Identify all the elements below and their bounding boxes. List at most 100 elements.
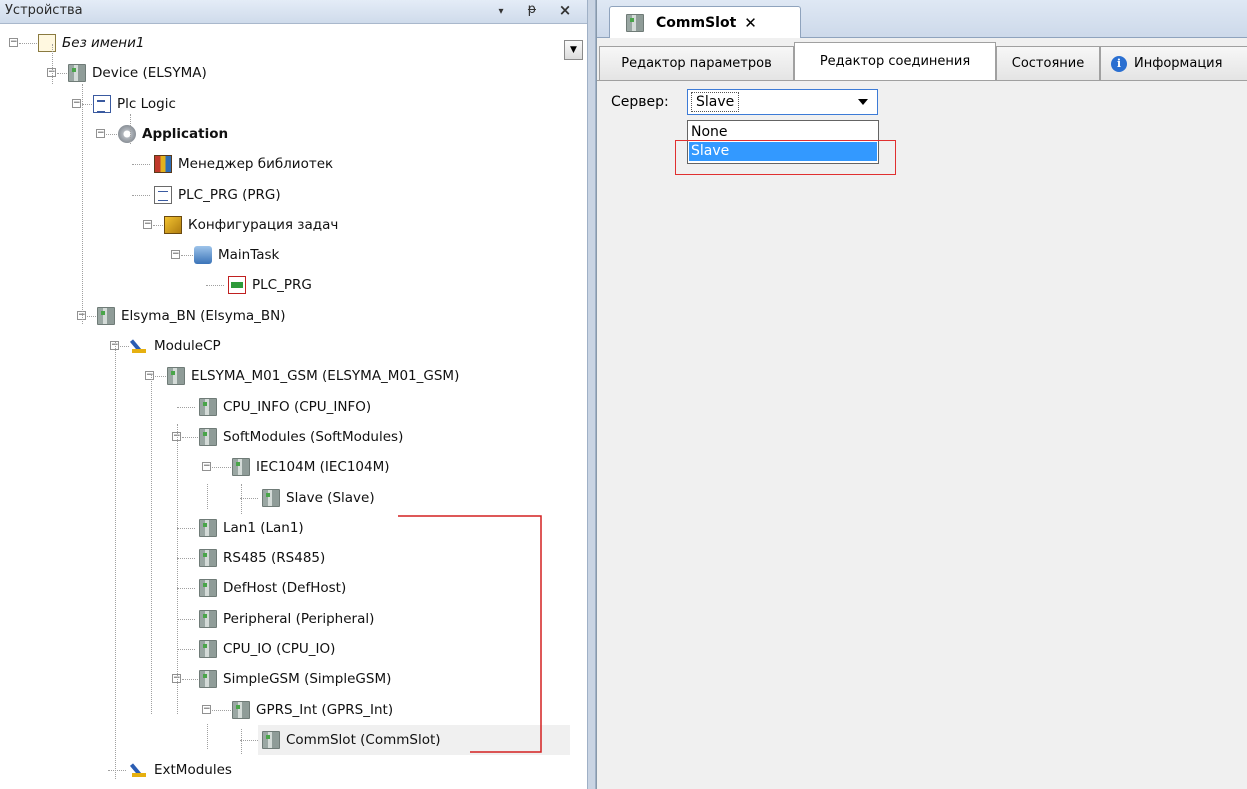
device-icon (97, 306, 115, 325)
device-icon (199, 427, 217, 446)
tree-collapse-icon[interactable]: − (202, 704, 211, 714)
project-icon (38, 34, 56, 52)
tree-node-label: Менеджер библиотек (178, 156, 334, 173)
tab-parameter-editor[interactable]: Редактор параметров (599, 46, 794, 80)
tree-node-label: RS485 (RS485) (223, 550, 326, 567)
tab-commslot[interactable]: CommSlot ✕ (609, 6, 801, 38)
tree-guide-line (241, 729, 242, 754)
device-icon (199, 670, 217, 689)
connection-editor-body (597, 80, 1247, 789)
tree-node-label: CommSlot (CommSlot) (286, 731, 441, 748)
tab-connection-editor[interactable]: Редактор соединения (794, 42, 996, 80)
tree-node-cpu-info[interactable]: CPU_INFO (CPU_INFO) (195, 392, 371, 422)
tree-node-simplegsm[interactable]: SimpleGSM (SimpleGSM) (195, 664, 391, 694)
tree-node-label: ExtModules (154, 762, 232, 779)
tree-node-iec104m[interactable]: IEC104M (IEC104M) (228, 452, 390, 482)
tree-node-peripheral[interactable]: Peripheral (Peripheral) (195, 604, 374, 634)
device-icon (232, 458, 250, 477)
tree-connector (181, 255, 193, 257)
tree-node-plc-logic[interactable]: Plc Logic (89, 89, 176, 119)
tree-guide-line (177, 424, 178, 714)
tree-connector (120, 346, 129, 347)
devices-panel-title: Устройства (5, 3, 83, 18)
task-config-icon (164, 215, 182, 234)
tree-node-device[interactable]: Device (ELSYMA) (64, 58, 207, 88)
device-icon (262, 730, 280, 749)
panel-menu-icon[interactable]: ▾ (492, 6, 510, 17)
tree-node-application[interactable]: Application (114, 119, 228, 149)
device-icon (68, 64, 86, 83)
tree-guide-line (241, 484, 242, 514)
tab-information[interactable]: i Информация (1100, 46, 1247, 80)
tree-connector (155, 376, 166, 378)
tab-status[interactable]: Состояние (996, 46, 1100, 80)
tree-connector (177, 588, 195, 590)
tree-collapse-icon[interactable]: − (96, 128, 105, 138)
library-icon (154, 155, 172, 174)
tree-connector (153, 224, 163, 226)
tree-collapse-icon[interactable]: − (72, 98, 81, 108)
tab-close-icon[interactable]: ✕ (744, 14, 757, 32)
device-icon (199, 640, 217, 658)
device-icon (199, 397, 217, 416)
tree-node-label: SimpleGSM (SimpleGSM) (223, 671, 392, 688)
tree-node-ext-modules[interactable]: ExtModules (126, 755, 232, 785)
tree-collapse-icon[interactable]: − (171, 250, 180, 260)
tree-node-elsyma-bn[interactable]: Elsyma_BN (Elsyma_BN) (93, 301, 286, 331)
server-label: Сервер: (611, 94, 669, 110)
tree-connector (177, 406, 195, 408)
tree-node-plc-prg[interactable]: PLC_PRG (PRG) (150, 180, 281, 210)
tree-node-rs485[interactable]: RS485 (RS485) (195, 543, 325, 573)
module-icon (130, 337, 148, 355)
tree-node-module-cp[interactable]: ModuleCP (126, 331, 221, 361)
tree-connector (177, 649, 195, 650)
close-icon[interactable]: × (556, 1, 574, 19)
task-icon (194, 246, 212, 265)
tree-node-project[interactable]: Без имени1 (34, 28, 145, 58)
tree-node-softmodules[interactable]: SoftModules (SoftModules) (195, 422, 403, 452)
tree-collapse-icon[interactable]: − (202, 462, 211, 472)
tree-node-label: Slave (Slave) (286, 489, 375, 506)
tree-node-lib-manager[interactable]: Менеджер библиотек (150, 149, 333, 179)
tree-node-cpu-io[interactable]: CPU_IO (CPU_IO) (195, 634, 335, 664)
tree-connector (108, 770, 126, 772)
tree-node-label: IEC104M (IEC104M) (256, 459, 390, 476)
tree-node-label: Конфигурация задач (188, 216, 339, 233)
tree-guide-line (115, 342, 116, 779)
device-icon (199, 549, 217, 568)
tree-node-main-task[interactable]: MainTask (190, 240, 279, 270)
tree-node-elsyma-m01[interactable]: ELSYMA_M01_GSM (ELSYMA_M01_GSM) (163, 361, 459, 391)
panel-splitter[interactable] (587, 0, 596, 789)
tree-collapse-icon[interactable]: − (143, 219, 152, 229)
tree-node-defhost[interactable]: DefHost (DefHost) (195, 573, 346, 603)
tree-node-label: Без имени1 (62, 35, 145, 51)
device-icon (626, 13, 644, 32)
tab-status-label: Состояние (1011, 56, 1085, 71)
chevron-down-icon[interactable] (858, 99, 868, 105)
tree-node-label: ModuleCP (154, 338, 221, 354)
tree-collapse-icon[interactable]: − (145, 371, 154, 381)
tree-connector (177, 558, 195, 560)
tree-dropdown-button[interactable]: ▼ (564, 40, 583, 60)
pin-icon[interactable]: ᵽ (523, 2, 541, 17)
tree-collapse-icon[interactable]: − (9, 38, 18, 47)
tree-node-plc-prg-call[interactable]: PLC_PRG (224, 270, 312, 300)
tree-node-label: MainTask (218, 247, 280, 264)
tree-node-task-config[interactable]: Конфигурация задач (160, 210, 338, 240)
tree-connector (57, 73, 67, 75)
tree-guide-line (52, 44, 53, 84)
tree-node-slave[interactable]: Slave (Slave) (258, 483, 375, 513)
tab-parameter-editor-label: Редактор параметров (621, 56, 772, 71)
tree-guide-line (207, 724, 208, 749)
tree-node-lan1[interactable]: Lan1 (Lan1) (195, 513, 304, 543)
tree-connector (212, 467, 231, 469)
plc-logic-icon (93, 94, 111, 113)
device-icon (199, 609, 217, 628)
tree-node-gprs-int[interactable]: GPRS_Int (GPRS_Int) (228, 695, 393, 725)
tree-node-commslot[interactable]: CommSlot (CommSlot) (258, 724, 570, 755)
server-select[interactable]: Slave (687, 89, 878, 115)
tree-connector (212, 709, 231, 711)
tree-node-label: CPU_IO (CPU_IO) (223, 641, 336, 657)
tree-connector (132, 194, 150, 196)
tree-connector (177, 618, 195, 620)
